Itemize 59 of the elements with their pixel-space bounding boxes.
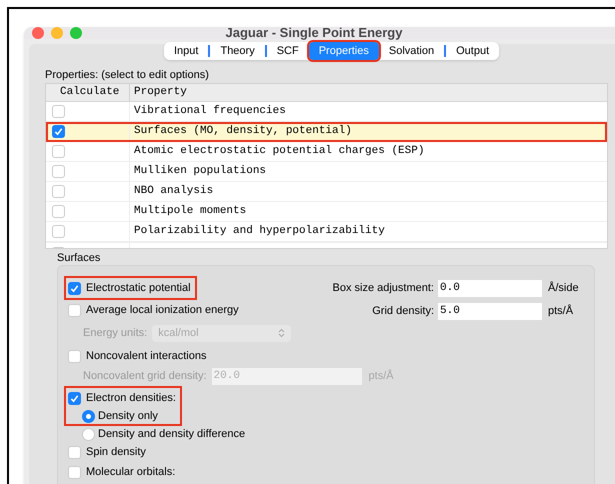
checkbox-label: Electron densities: [86, 390, 176, 406]
group-title: Surfaces [57, 251, 102, 265]
checkbox[interactable] [52, 225, 65, 238]
section-label: Properties: (select to edit options) [45, 68, 210, 82]
zoom-button[interactable] [70, 27, 82, 39]
tab[interactable]: Output [446, 42, 500, 60]
field-label: Noncovalent grid density: [83, 368, 207, 384]
checkbox-label: Average local ionization energy [86, 302, 239, 318]
tab[interactable]: Theory [210, 42, 265, 60]
table-cell-text: Mulliken populations [133, 164, 266, 180]
checkbox[interactable] [52, 165, 65, 178]
checkbox[interactable] [68, 350, 81, 362]
table-row[interactable]: Atomic electrostatic potential charges (ESP) [46, 142, 607, 162]
tab[interactable]: Solvation [378, 42, 444, 60]
table-row[interactable]: Surfaces (MO, density, potential) [46, 122, 607, 142]
table-cell-text: NBO analysis [133, 184, 214, 200]
checkbox-label: Electrostatic potential [86, 280, 191, 296]
radio-button[interactable] [82, 428, 95, 440]
input-field[interactable]: 0.0 [438, 280, 542, 296]
radio-button[interactable] [82, 410, 95, 422]
input-field[interactable]: 5.0 [438, 302, 542, 320]
radio-label: Density and density difference [98, 426, 246, 442]
chevron-icon [278, 328, 286, 338]
field-label: Box size adjustment: [332, 280, 434, 296]
radio-label: Density only [98, 408, 158, 424]
table-cell-text: Surfaces (MO, density, potential) [133, 124, 352, 140]
table-cell-text: Polarizability and hyperpolarizability [133, 224, 385, 240]
table-row[interactable]: NBO analysis [46, 182, 607, 202]
checkbox-label: Spin density [86, 444, 146, 460]
checkbox[interactable] [68, 392, 81, 404]
checkbox[interactable] [68, 304, 81, 316]
checkbox[interactable] [52, 105, 65, 118]
checkbox[interactable] [52, 185, 65, 198]
checkbox[interactable] [68, 282, 81, 294]
tab[interactable]: SCF [266, 42, 309, 60]
close-button[interactable] [32, 27, 44, 39]
window-title: Jaguar - Single Point Energy [226, 27, 402, 42]
table-row[interactable]: Multipole moments [46, 202, 607, 222]
minimize-button[interactable] [51, 27, 63, 39]
table-row[interactable]: Polarizability and hyperpolarizability [46, 222, 607, 242]
column-header: Calculate [46, 84, 130, 101]
tab[interactable]: Input [164, 42, 208, 60]
field-label: Grid density: [372, 304, 434, 319]
table-cell-text: Vibrational frequencies [133, 104, 286, 120]
checkbox-label: Noncovalent interactions [86, 348, 206, 364]
checkbox[interactable] [52, 125, 65, 138]
unit-label: Å/side [548, 280, 580, 296]
checkbox-label: Molecular orbitals: [86, 464, 176, 480]
unit-label: pts/Å [548, 303, 574, 319]
checkbox[interactable] [68, 446, 81, 458]
checkbox[interactable] [52, 205, 65, 218]
checkbox[interactable] [52, 145, 65, 158]
field-label: Energy units: [83, 326, 148, 341]
table-cell-text: Atomic electrostatic potential charges (ESP) [133, 144, 424, 160]
tab[interactable]: Properties [308, 42, 379, 60]
checkbox[interactable] [68, 466, 81, 478]
table-row[interactable]: Mulliken populations [46, 162, 607, 182]
table-cell-text: Multipole moments [133, 204, 246, 220]
column-header: Property [133, 85, 187, 100]
